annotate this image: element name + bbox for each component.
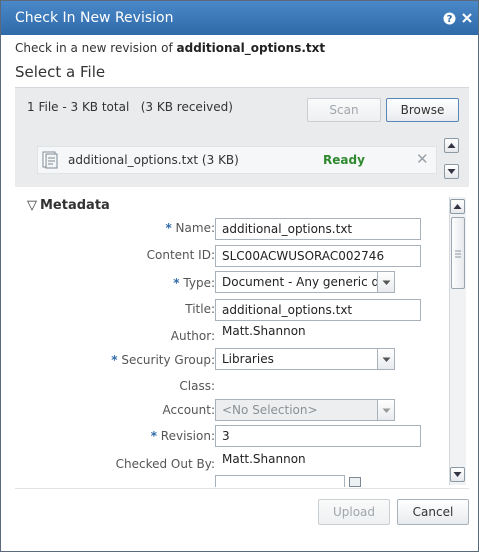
section-title: Select a File — [15, 63, 106, 81]
security-group-select-value: Libraries — [222, 352, 274, 366]
file-name: additional_options.txt (3 KB) — [68, 153, 239, 167]
intro-prefix: Check in a new revision of — [15, 41, 173, 55]
chevron-down-icon[interactable] — [377, 349, 394, 369]
account-select: <No Selection> — [215, 399, 395, 421]
checked-out-by-value: Matt.Shannon — [222, 452, 306, 466]
class-label: Class: — [179, 379, 215, 393]
intro-filename: additional_options.txt — [176, 41, 326, 55]
remove-file-icon[interactable]: ✕ — [416, 150, 429, 168]
type-label-text: Type: — [183, 276, 215, 290]
metadata-form: * Name: additional_options.txt Content I… — [15, 191, 469, 487]
required-marker: * — [173, 276, 180, 290]
file-summary: 1 File - 3 KB total (3 KB received) — [27, 100, 233, 114]
title-label: Title: — [185, 302, 215, 316]
revision-label-text: Revision: — [160, 429, 215, 443]
file-list-item[interactable]: additional_options.txt (3 KB) Ready ✕ — [37, 146, 437, 174]
check-in-dialog: Check In New Revision ? Check in a new r… — [0, 0, 479, 552]
security-group-label: * Security Group: — [15, 353, 215, 367]
file-list-scroll-down-button[interactable] — [444, 164, 459, 179]
metadata-scroll-up-button[interactable] — [450, 199, 465, 214]
type-label: * Type: — [15, 276, 215, 290]
dialog-titlebar: Check In New Revision ? — [1, 1, 478, 35]
file-panel: 1 File - 3 KB total (3 KB received) Scan… — [15, 87, 469, 187]
security-group-label-text: Security Group: — [121, 353, 215, 367]
chevron-down-icon[interactable] — [377, 272, 394, 292]
metadata-scroll-down-button[interactable] — [450, 467, 465, 482]
security-group-select[interactable]: Libraries — [215, 348, 395, 370]
content-id-label: Content ID: — [146, 248, 215, 262]
close-icon[interactable] — [460, 12, 473, 25]
intro-text: Check in a new revision of additional_op… — [15, 41, 325, 55]
file-list-scroll-up-button[interactable] — [444, 138, 459, 153]
author-label: Author: — [170, 329, 215, 343]
metadata-scrollbar[interactable] — [449, 197, 466, 485]
name-label: * Name: — [15, 221, 215, 235]
author-value: Matt.Shannon — [222, 324, 306, 338]
browse-button[interactable]: Browse — [386, 98, 459, 122]
name-label-text: Name: — [175, 221, 215, 235]
account-select-value: <No Selection> — [222, 403, 318, 417]
type-select[interactable]: Document - Any generic doc — [215, 271, 395, 293]
revision-label: * Revision: — [15, 429, 215, 443]
checked-out-by-label: Checked Out By: — [115, 457, 215, 471]
release-date-input[interactable] — [215, 475, 345, 487]
required-marker: * — [111, 353, 118, 367]
dialog-title: Check In New Revision — [15, 10, 174, 26]
document-icon — [42, 151, 58, 169]
required-marker: * — [150, 429, 157, 443]
content-id-input[interactable]: SLC00ACWUSORAC002746 — [215, 245, 421, 267]
cancel-button[interactable]: Cancel — [397, 499, 469, 525]
upload-button[interactable]: Upload — [318, 499, 390, 525]
metadata-scroll-thumb[interactable] — [451, 217, 465, 289]
calendar-icon[interactable] — [349, 477, 361, 487]
help-icon[interactable]: ? — [443, 12, 456, 25]
scan-button[interactable]: Scan — [307, 98, 381, 122]
title-input[interactable]: additional_options.txt — [215, 299, 421, 321]
chevron-down-icon — [377, 400, 394, 420]
type-select-value: Document - Any generic doc — [222, 275, 394, 289]
file-status-ready: Ready — [323, 153, 365, 167]
footer-divider — [15, 488, 469, 489]
required-marker: * — [165, 221, 172, 235]
revision-input[interactable]: 3 — [215, 425, 421, 447]
svg-text:?: ? — [447, 14, 453, 25]
account-label: Account: — [162, 403, 216, 417]
name-input[interactable]: additional_options.txt — [215, 218, 421, 240]
